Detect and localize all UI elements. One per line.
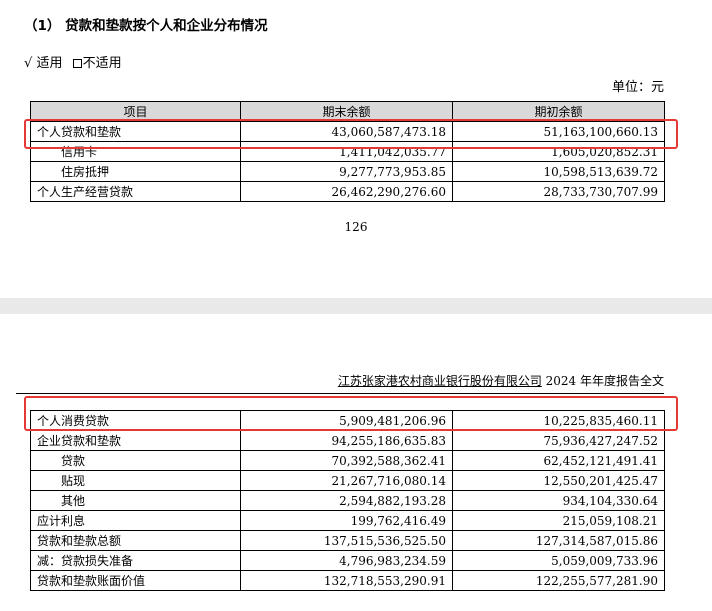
applicability-options: √ 适用 不适用 [24,52,122,71]
begin-balance: 934,104,330.64 [452,490,665,511]
begin-balance: 5,059,009,733.96 [452,550,665,571]
loan-table-top: 项目 期末余额 期初余额 个人贷款和垫款 43,060,587,473.18 5… [30,101,665,202]
row-label: 贴现 [30,470,241,491]
end-balance: 70,392,588,362.41 [240,450,453,471]
end-balance: 2,594,882,193.28 [240,490,453,511]
end-balance: 137,515,536,525.50 [240,530,453,551]
end-balance: 94,255,186,635.83 [240,430,453,451]
end-balance: 199,762,416.49 [240,510,453,531]
end-balance: 26,462,290,276.60 [240,181,453,202]
highlight-box-consumer-loans [24,396,678,431]
page-number: 126 [344,220,368,234]
begin-balance: 75,936,427,247.52 [452,430,665,451]
row-label: 企业贷款和垫款 [30,430,241,451]
begin-balance: 127,314,587,015.86 [452,530,665,551]
end-balance: 9,277,773,953.85 [240,161,453,182]
table-row: 贴现 21,267,716,080.14 12,550,201,425.47 [30,470,665,491]
check-mark-icon: √ [24,56,33,71]
table-row: 其他 2,594,882,193.28 934,104,330.64 [30,490,665,511]
begin-balance: 28,733,730,707.99 [452,181,665,202]
applicable-label: 适用 [36,56,63,71]
row-label: 贷款和垫款账面价值 [30,570,241,591]
begin-balance: 215,059,108.21 [452,510,665,531]
report-header: 江苏张家港农村商业银行股份有限公司 2024 年年度报告全文 [16,372,664,394]
row-label: 贷款和垫款总额 [30,530,241,551]
end-balance: 4,796,983,234.59 [240,550,453,571]
end-balance: 132,718,553,290.91 [240,570,453,591]
row-label: 住房抵押 [30,161,241,182]
begin-balance: 62,452,121,491.41 [452,450,665,471]
table-row: 贷款和垫款账面价值 132,718,553,290.91 122,255,577… [30,570,665,591]
table-row: 住房抵押 9,277,773,953.85 10,598,513,639.72 [30,161,665,182]
row-label: 减：贷款损失准备 [30,550,241,571]
not-applicable-label: 不适用 [82,56,122,71]
report-title: 2024 年年度报告全文 [541,374,664,388]
end-balance: 21,267,716,080.14 [240,470,453,491]
highlight-box-personal-loans [24,119,678,149]
section-title: （1） 贷款和垫款按个人和企业分布情况 [24,18,268,34]
table-row: 个人生产经营贷款 26,462,290,276.60 28,733,730,70… [30,181,665,202]
begin-balance: 122,255,577,281.90 [452,570,665,591]
table-row: 应计利息 199,762,416.49 215,059,108.21 [30,510,665,531]
row-label: 应计利息 [30,510,241,531]
table-row: 减：贷款损失准备 4,796,983,234.59 5,059,009,733.… [30,550,665,571]
loan-table-bottom: 个人消费贷款 5,909,481,206.96 10,225,835,460.1… [30,410,665,591]
table-row: 企业贷款和垫款 94,255,186,635.83 75,936,427,247… [30,430,665,451]
page-separator [0,298,712,314]
unit-label: 单位：元 [611,80,664,95]
begin-balance: 10,598,513,639.72 [452,161,665,182]
row-label: 个人生产经营贷款 [30,181,241,202]
company-name: 江苏张家港农村商业银行股份有限公司 [337,374,542,388]
begin-balance: 12,550,201,425.47 [452,470,665,491]
table-row: 贷款 70,392,588,362.41 62,452,121,491.41 [30,450,665,471]
row-label: 贷款 [30,450,241,471]
row-label: 其他 [30,490,241,511]
table-row: 贷款和垫款总额 137,515,536,525.50 127,314,587,0… [30,530,665,551]
page-top: （1） 贷款和垫款按个人和企业分布情况 √ 适用 不适用 单位：元 项目 期末余… [0,0,712,298]
unchecked-box-icon [72,58,82,68]
